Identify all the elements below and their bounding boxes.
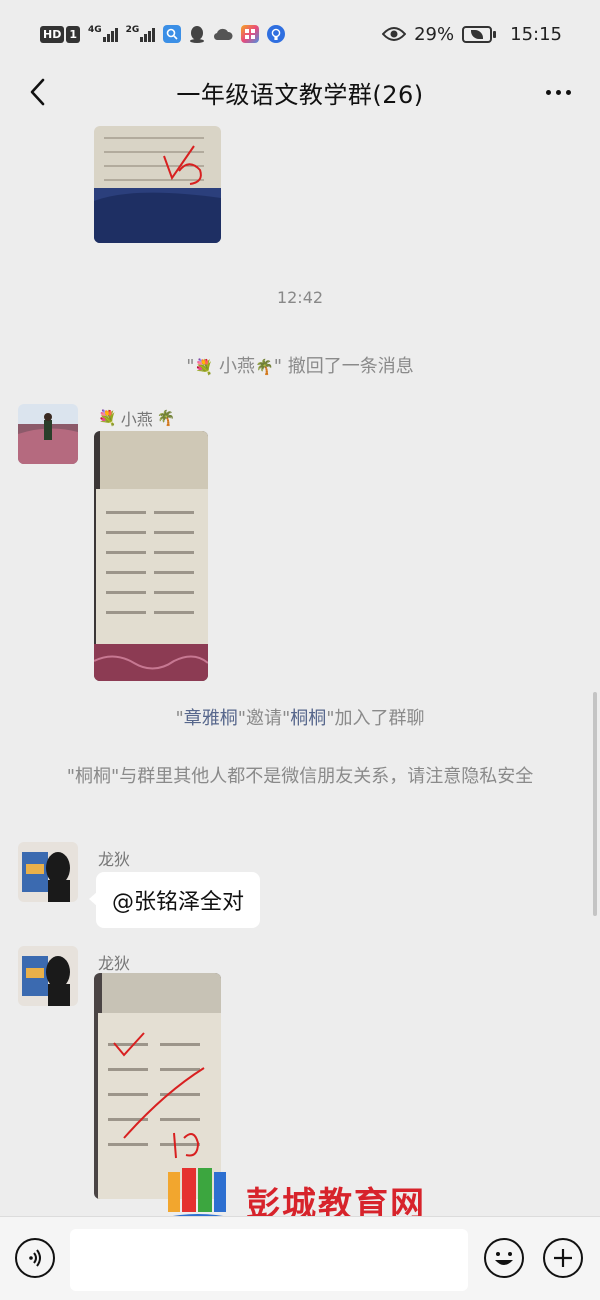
more-button[interactable] xyxy=(540,76,576,108)
avatar-longdi-2[interactable] xyxy=(18,946,78,1006)
chat-photo-workbook[interactable] xyxy=(94,431,208,681)
chat-header: 一年级语文教学群(26) xyxy=(0,68,600,116)
chevron-left-icon xyxy=(30,78,45,106)
signal-4g-icon: 4G xyxy=(88,26,118,42)
back-button[interactable] xyxy=(20,74,56,110)
chat-title: 一年级语文教学群(26) xyxy=(176,80,424,109)
status-bar-right: 29% 15:15 xyxy=(382,24,562,45)
privacy-notice: "桐桐"与群里其他人都不是微信朋友关系，请注意隐私安全 xyxy=(66,766,534,787)
chat-scrollbar[interactable] xyxy=(593,692,597,916)
qq-icon xyxy=(189,25,205,43)
sim-badge: 1 xyxy=(66,25,80,43)
sender-name-longdi-2: 龙狄 xyxy=(98,954,131,973)
invitee-link[interactable]: 桐桐 xyxy=(290,708,326,729)
emoji-button[interactable] xyxy=(484,1238,524,1278)
avatar-xiaoyan[interactable] xyxy=(18,404,78,464)
hd-badge: HD xyxy=(40,25,65,43)
chat-message-list[interactable]: 12:42 "💐 小燕🌴" 撤回了一条消息 💐 小燕 🌴 "章雅桐"邀请"桐桐"… xyxy=(0,116,600,1216)
sender-name-longdi: 龙狄 xyxy=(98,850,131,869)
search-app-icon xyxy=(163,25,182,43)
status-bar-left: HD 1 4G 2G xyxy=(40,25,286,43)
sender-name-xiaoyan: 💐 小燕 🌴 xyxy=(98,409,176,429)
smiley-icon xyxy=(495,1252,513,1265)
signal-2g-icon: 2G xyxy=(126,26,156,42)
plus-button[interactable] xyxy=(543,1238,583,1278)
battery-icon xyxy=(462,25,497,43)
message-input[interactable] xyxy=(70,1229,468,1291)
input-bar xyxy=(0,1216,600,1300)
chat-photo-worksheet[interactable] xyxy=(94,126,221,243)
voice-button[interactable] xyxy=(15,1238,55,1278)
bulb-icon xyxy=(267,25,286,43)
clock: 15:15 xyxy=(510,23,562,45)
invite-notice: "章雅桐"邀请"桐桐"加入了群聊 xyxy=(175,708,425,729)
status-bar: HD 1 4G 2G 29% 15:15 xyxy=(0,0,600,68)
cloud-icon xyxy=(213,27,233,41)
eye-icon xyxy=(382,26,407,42)
avatar-longdi[interactable] xyxy=(18,842,78,902)
inviter-link[interactable]: 章雅桐 xyxy=(184,708,238,729)
more-dots-icon xyxy=(545,89,551,95)
message-timestamp: 12:42 xyxy=(276,288,324,307)
text-message: @张铭泽全对 xyxy=(112,890,245,915)
plus-icon xyxy=(554,1249,572,1267)
app-grid-icon xyxy=(241,25,260,43)
voice-icon xyxy=(29,1249,41,1267)
battery-percent: 29% xyxy=(414,23,455,45)
text-message-bubble[interactable]: @张铭泽全对 xyxy=(88,872,261,928)
recall-notice: "💐 小燕🌴" 撤回了一条消息 xyxy=(186,356,414,377)
